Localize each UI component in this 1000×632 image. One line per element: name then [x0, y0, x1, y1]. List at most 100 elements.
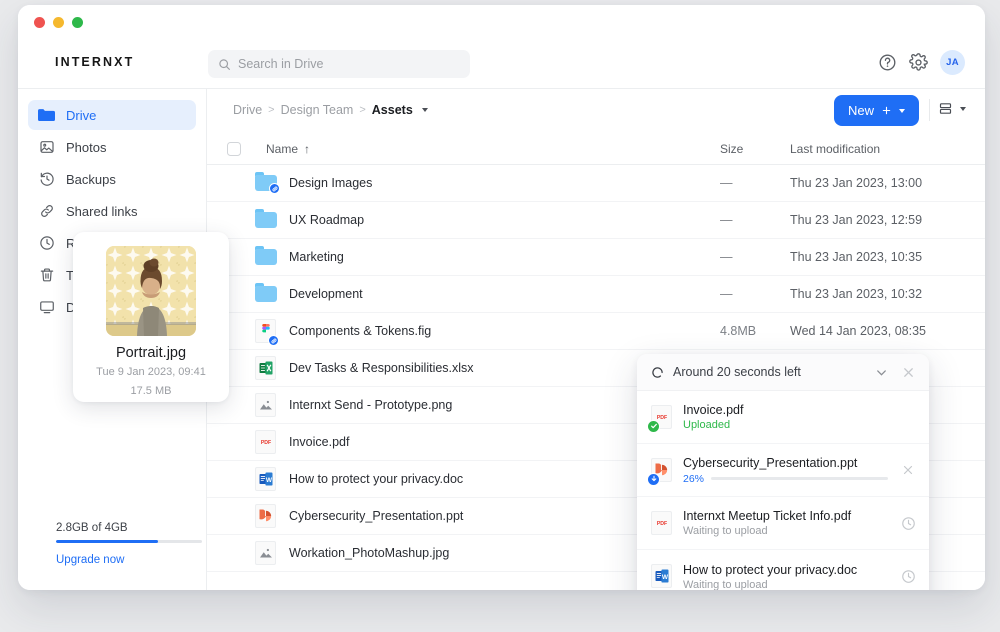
excel-file-icon — [255, 356, 276, 380]
maximize-window-button[interactable] — [72, 17, 83, 28]
svg-text:W: W — [265, 477, 272, 484]
row-file-modified: Wed 14 Jan 2023, 08:35 — [790, 324, 926, 338]
row-file-size: — — [720, 213, 733, 227]
column-header-name[interactable]: Name ↑ — [266, 142, 310, 156]
breadcrumb-item-assets[interactable]: Assets — [372, 103, 413, 117]
figma-file-icon — [255, 319, 279, 346]
minimize-window-button[interactable] — [53, 17, 64, 28]
image-file-icon — [255, 541, 276, 565]
gear-icon[interactable] — [909, 53, 928, 72]
column-header-name-label: Name — [266, 141, 299, 156]
select-all-checkbox[interactable] — [227, 141, 241, 156]
pdf-file-icon: PDF — [651, 510, 672, 535]
row-file-icon — [255, 282, 277, 306]
upload-item-icon — [647, 457, 672, 486]
upload-item-status: Waiting to upload — [683, 525, 768, 537]
table-row[interactable]: Components & Tokens.fig 4.8MB Wed 14 Jan 2… — [207, 313, 985, 350]
svg-text:PDF: PDF — [656, 521, 666, 527]
upload-in-progress-badge-icon — [647, 472, 660, 486]
close-window-button[interactable] — [34, 17, 45, 28]
svg-text:PDF: PDF — [260, 440, 270, 446]
sidebar-item-photos[interactable]: Photos — [28, 132, 196, 162]
question-circle-icon[interactable] — [878, 53, 897, 72]
upload-item-status: Waiting to upload — [683, 578, 768, 591]
spinner-icon — [652, 366, 663, 378]
upload-item-body: Internxt Meetup Ticket Info.pdf Waiting t… — [683, 509, 888, 537]
file-preview-card[interactable]: Portrait.jpg Tue 9 Jan 2023, 09:41 17.5 … — [73, 232, 229, 402]
svg-text:W: W — [661, 574, 668, 581]
upload-item-body: Cybersecurity_Presentation.ppt 26% — [683, 456, 888, 485]
table-row[interactable]: Design Images — Thu 23 Jan 2023, 13:00 — [207, 165, 985, 202]
avatar[interactable]: JA — [940, 50, 965, 75]
word-file-icon: W — [651, 564, 672, 588]
storage-progress-fill — [56, 539, 159, 543]
upload-item-icon: PDF — [651, 510, 672, 536]
cancel-upload-button[interactable] — [899, 461, 917, 479]
new-button[interactable]: New — [833, 95, 919, 126]
upload-item-name: Internxt Meetup Ticket Info.pdf — [683, 509, 852, 523]
upgrade-now-link[interactable]: Upgrade now — [56, 554, 202, 566]
upload-status-title: Around 20 seconds left — [673, 365, 801, 379]
powerpoint-file-icon — [255, 504, 276, 528]
row-file-name: Internxt Send - Prototype.png — [289, 398, 453, 412]
table-row[interactable]: UX Roadmap — Thu 23 Jan 2023, 12:59 — [207, 202, 985, 239]
monitor-icon — [38, 299, 55, 316]
table-row[interactable]: Development — Thu 23 Jan 2023, 10:32 — [207, 276, 985, 313]
upload-items-list: PDF Invoice.pdf Uploaded Cybersecurity_Pres… — [637, 391, 929, 590]
sidebar-item-shared-links[interactable]: Shared links — [28, 196, 196, 226]
shared-link-badge-icon — [268, 335, 279, 346]
chevron-down-icon[interactable] — [421, 108, 428, 112]
preview-file-date: Tue 9 Jan 2023, 09:41 — [96, 366, 206, 378]
sidebar-item-label: Shared links — [66, 203, 138, 219]
breadcrumb-item-design-team[interactable]: Design Team — [281, 103, 354, 117]
list-view-icon — [939, 103, 952, 114]
pdf-file-icon: PDF — [255, 430, 276, 454]
row-file-name: Components & Tokens.fig — [289, 324, 432, 338]
row-file-icon — [255, 504, 277, 528]
row-file-icon: W — [255, 467, 277, 491]
row-file-modified: Thu 23 Jan 2023, 10:32 — [790, 287, 923, 301]
folder-icon — [255, 171, 280, 194]
upload-item-body: Invoice.pdf Uploaded — [683, 403, 888, 431]
breadcrumb-item-drive[interactable]: Drive — [233, 103, 262, 117]
close-icon — [903, 367, 913, 377]
row-file-name: Marketing — [289, 250, 344, 264]
upload-waiting-indicator — [899, 568, 917, 586]
preview-file-name: Portrait.jpg — [115, 345, 187, 361]
close-uploads-button[interactable] — [899, 363, 917, 381]
chevron-down-icon — [899, 108, 905, 113]
row-file-name: UX Roadmap — [289, 213, 365, 227]
row-file-size: — — [720, 250, 733, 264]
folder-icon — [38, 107, 55, 124]
sidebar-item-drive[interactable]: Drive — [28, 100, 196, 130]
clock-icon — [901, 516, 915, 530]
row-file-icon: PDF — [255, 430, 277, 454]
column-header-modified[interactable]: Last modification — [790, 142, 880, 156]
upload-item: W How to protect your privacy.doc Waiting … — [637, 550, 929, 590]
app-header: INTERNXT Search in Drive JA — [18, 39, 985, 89]
search-input[interactable]: Search in Drive — [208, 50, 470, 78]
upload-item-name: Invoice.pdf — [683, 403, 744, 417]
upload-waiting-indicator — [899, 514, 917, 532]
plus-icon — [882, 106, 891, 115]
toolbar-divider — [929, 99, 930, 121]
row-file-icon — [255, 541, 277, 565]
window-titlebar — [18, 5, 985, 39]
row-file-icon — [255, 393, 277, 417]
sidebar-item-label: Photos — [66, 139, 107, 155]
upload-item-spacer — [899, 408, 917, 426]
upload-item: Cybersecurity_Presentation.ppt 26% — [637, 444, 929, 497]
upload-item-icon: W — [651, 564, 672, 589]
view-toggle-button[interactable] — [938, 101, 966, 116]
sort-ascending-icon: ↑ — [304, 141, 311, 156]
clock-icon — [38, 235, 55, 252]
clock-icon — [901, 570, 915, 583]
row-file-size: — — [720, 176, 733, 190]
collapse-uploads-button[interactable] — [872, 363, 890, 381]
sidebar-item-backups[interactable]: Backups — [28, 164, 196, 194]
column-header-size[interactable]: Size — [720, 142, 743, 156]
upload-item-icon: PDF — [647, 404, 672, 433]
row-file-name: Dev Tasks & Responsibilities.xlsx — [289, 361, 474, 375]
svg-text:PDF: PDF — [656, 415, 666, 421]
table-row[interactable]: Marketing — Thu 23 Jan 2023, 10:35 — [207, 239, 985, 276]
